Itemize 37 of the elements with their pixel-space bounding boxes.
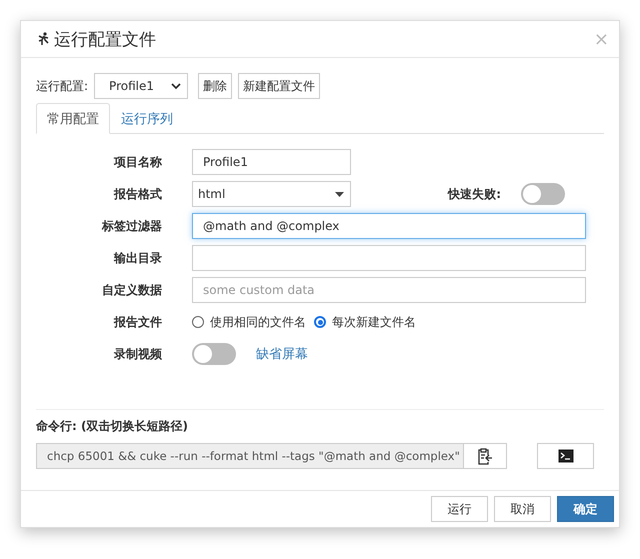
command-label: 命令行: (双击切换长短路径): [36, 418, 189, 435]
footer-button[interactable]: 取消: [494, 496, 551, 522]
terminal-button[interactable]: [537, 443, 594, 469]
toggle-switch[interactable]: [521, 183, 565, 205]
tab[interactable]: 运行序列: [110, 103, 184, 134]
field-label: 项目名称: [112, 154, 162, 170]
window-title: 运行配置文件: [54, 28, 157, 50]
field-label: 自定义数据: [101, 282, 162, 298]
profile-label: 运行配置:: [36, 78, 88, 94]
profile-button[interactable]: 删除: [198, 73, 232, 99]
field-label: 报告文件: [112, 314, 162, 330]
footer-button[interactable]: 运行: [431, 496, 488, 522]
input-field[interactable]: some custom data: [192, 277, 586, 303]
fast-fail-label: 快速失败:: [446, 186, 501, 202]
terminal-icon: [558, 449, 574, 463]
profile-select[interactable]: Profile1: [94, 73, 188, 99]
tab[interactable]: 常用配置: [36, 103, 110, 134]
input-field[interactable]: Profile1: [192, 149, 351, 175]
field-label: 输出目录: [112, 250, 162, 266]
clipboard-icon: [477, 447, 493, 465]
input-field[interactable]: @math and @complex: [192, 213, 586, 239]
field-label: 标签过滤器: [100, 218, 162, 234]
profile-button[interactable]: 新建配置文件: [238, 73, 320, 99]
caret-icon: [335, 192, 344, 196]
field-label: 录制视频: [113, 346, 162, 362]
format-select[interactable]: html: [192, 181, 351, 207]
toggle-switch[interactable]: [192, 343, 236, 365]
input-field[interactable]: [192, 245, 586, 271]
radio-option[interactable]: 每次新建文件名: [314, 314, 416, 330]
copy-button[interactable]: [464, 443, 507, 469]
default-screen-link[interactable]: 缺省屏幕: [256, 345, 308, 363]
radio-option[interactable]: 使用相同的文件名: [192, 314, 306, 330]
chevron-icon: [171, 82, 182, 90]
command-field: chcp 65001 && cuke --run --format html --tags "@math and @complex": [36, 443, 464, 469]
footer-button[interactable]: 确定: [557, 496, 614, 522]
field-label: 报告格式: [112, 186, 162, 202]
running-figure-icon: [36, 32, 50, 46]
